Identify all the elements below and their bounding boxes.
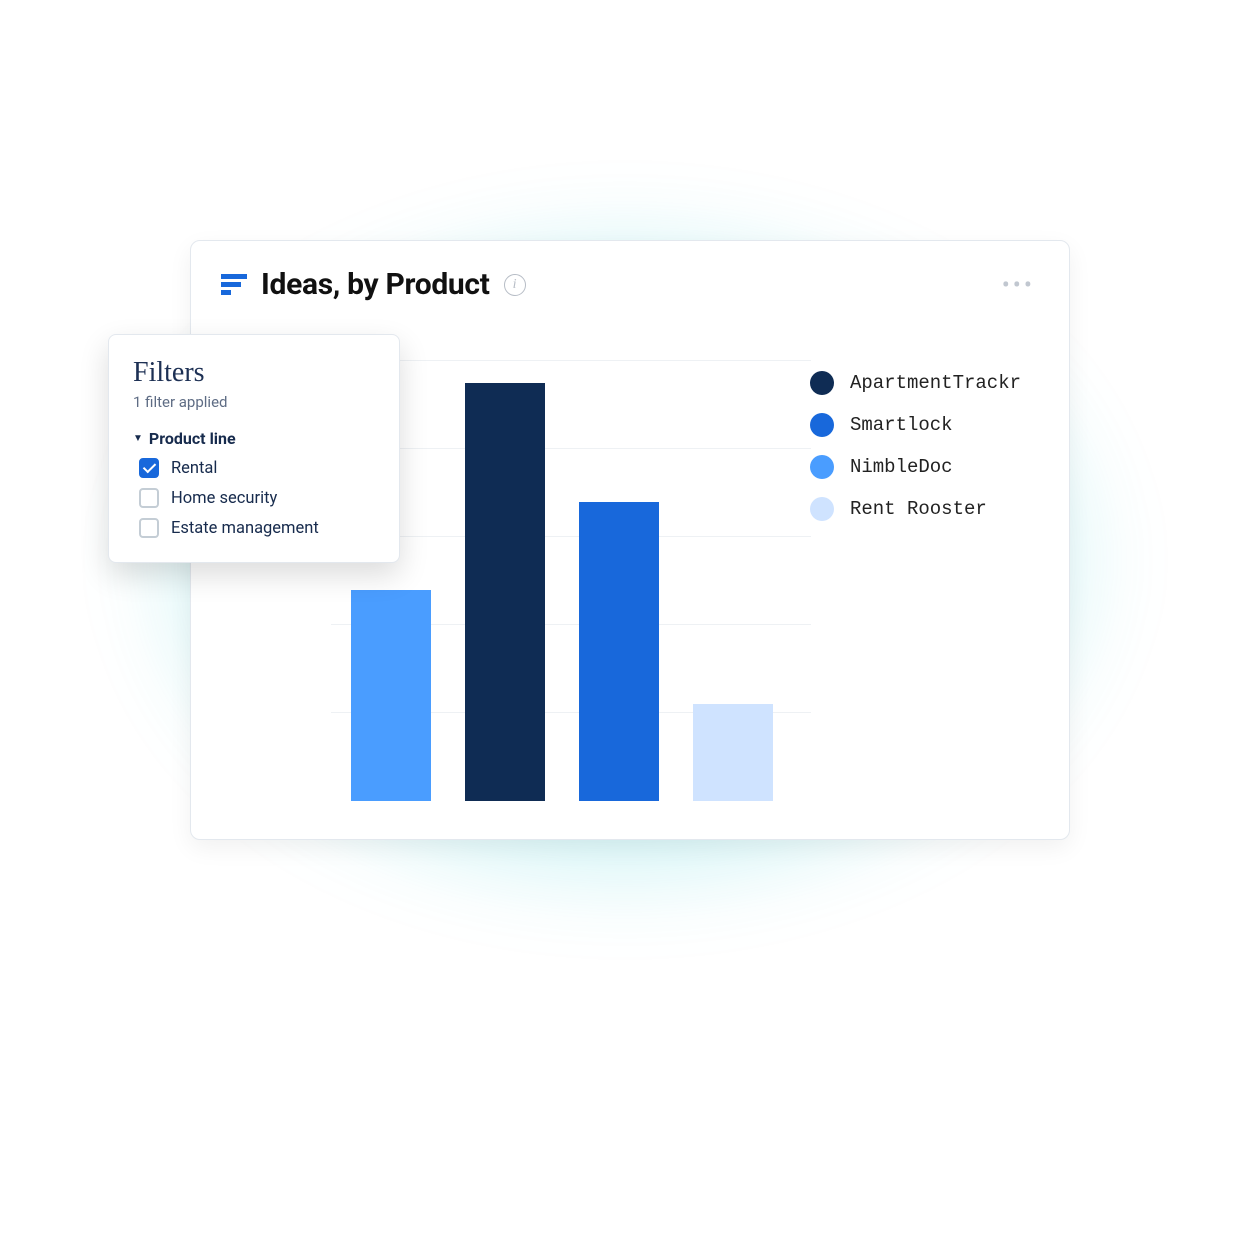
chart-bar[interactable] — [579, 502, 659, 801]
filters-popover: Filters 1 filter applied ▼ Product line … — [108, 334, 400, 563]
legend-swatch-icon — [810, 413, 834, 437]
legend-label: Smartlock — [850, 414, 953, 436]
legend-item[interactable]: NimbleDoc — [810, 455, 1021, 479]
filters-title: Filters — [133, 357, 375, 389]
legend-item[interactable]: Rent Rooster — [810, 497, 1021, 521]
legend-swatch-icon — [810, 497, 834, 521]
chart-bar[interactable] — [693, 704, 773, 801]
legend-swatch-icon — [810, 371, 834, 395]
legend-swatch-icon — [810, 455, 834, 479]
chart-bar[interactable] — [351, 590, 431, 801]
more-menu-icon[interactable]: ••• — [1002, 271, 1039, 299]
legend-item[interactable]: Smartlock — [810, 413, 1021, 437]
card-title: Ideas, by Product — [261, 267, 490, 302]
legend-label: Rent Rooster — [850, 498, 987, 520]
chart-bar[interactable] — [465, 383, 545, 801]
filter-group-label: Product line — [149, 429, 236, 448]
checkbox[interactable] — [139, 488, 159, 508]
legend-label: NimbleDoc — [850, 456, 953, 478]
checkbox[interactable] — [139, 518, 159, 538]
filter-option[interactable]: Estate management — [133, 518, 375, 538]
legend: ApartmentTrackr Smartlock NimbleDoc Rent Ro… — [810, 371, 1021, 521]
filter-group-product-line: ▼ Product line Rental Home security Estate… — [133, 429, 375, 538]
app-logo-icon — [221, 274, 247, 296]
chevron-down-icon: ▼ — [133, 433, 143, 444]
checkbox-checked[interactable] — [139, 458, 159, 478]
legend-item[interactable]: ApartmentTrackr — [810, 371, 1021, 395]
filter-option[interactable]: Rental — [133, 458, 375, 478]
card-header: Ideas, by Product i ••• — [191, 241, 1069, 312]
filter-option-label: Home security — [171, 489, 277, 508]
filter-option-label: Rental — [171, 459, 217, 478]
legend-label: ApartmentTrackr — [850, 372, 1021, 394]
filter-group-toggle[interactable]: ▼ Product line — [133, 429, 375, 448]
filters-subtitle: 1 filter applied — [133, 393, 375, 411]
bar-chart — [331, 361, 811, 801]
filter-option[interactable]: Home security — [133, 488, 375, 508]
info-icon[interactable]: i — [504, 274, 526, 296]
filter-option-label: Estate management — [171, 519, 319, 538]
